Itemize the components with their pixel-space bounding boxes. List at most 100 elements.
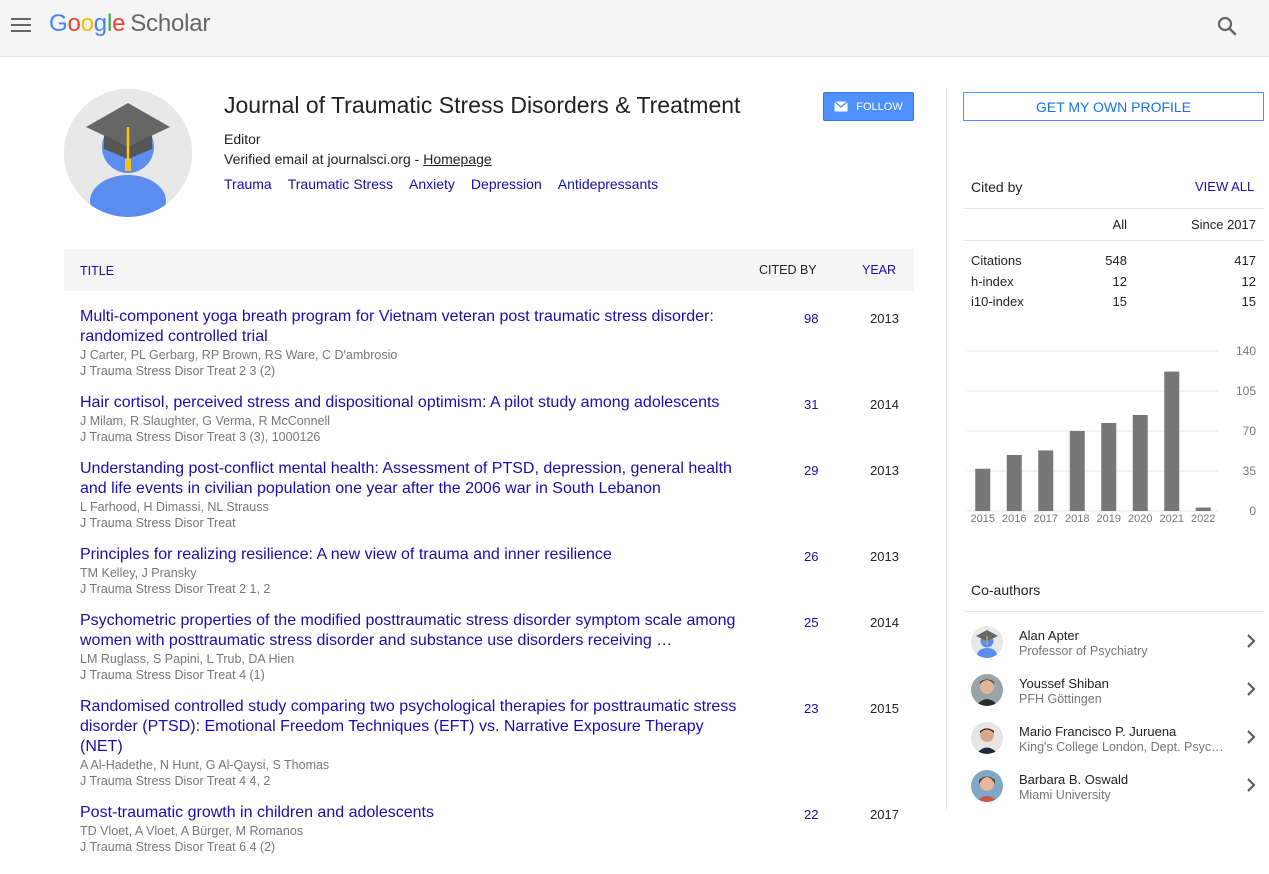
search-icon[interactable] — [1215, 14, 1239, 38]
sort-by-year[interactable]: YEAR — [862, 263, 896, 277]
sort-by-title[interactable]: TITLE — [80, 264, 114, 278]
stats-all-value: 548 — [1105, 253, 1127, 268]
follow-button[interactable]: FOLLOW — [823, 92, 914, 121]
follow-label: FOLLOW — [856, 100, 903, 113]
profile-name: Journal of Traumatic Stress Disorders & … — [224, 92, 741, 118]
article-cited-count[interactable]: 23 — [804, 701, 818, 716]
coauthor-item[interactable]: Mario Francisco P. Juruena King's Colleg… — [963, 714, 1264, 762]
article-authors: TD Vloet, A Vloet, A Bürger, M Romanos — [80, 824, 304, 838]
stats-row: i10-index 15 15 — [963, 291, 1264, 312]
article-cited-count[interactable]: 25 — [804, 615, 818, 630]
interest-tag[interactable]: Traumatic Stress — [288, 176, 393, 192]
article-title[interactable]: Principles for realizing resilience: A n… — [80, 545, 750, 565]
chart-y-tick-label: 0 — [1249, 504, 1256, 518]
article-year: 2014 — [870, 397, 899, 412]
article-venue: J Trauma Stress Disor Treat 2 3 (2) — [80, 364, 276, 378]
profile-role: Editor — [224, 131, 261, 147]
chart-y-tick-label: 140 — [1236, 344, 1256, 358]
article-cited-count[interactable]: 29 — [804, 463, 818, 478]
cited-by-column[interactable]: CITED BY — [759, 263, 817, 277]
article-title[interactable]: Understanding post-conflict mental healt… — [80, 459, 750, 499]
homepage-link[interactable]: Homepage — [423, 151, 492, 167]
article-title[interactable]: Randomised controlled study comparing tw… — [80, 697, 750, 757]
article-row: Multi-component yoga breath program for … — [64, 307, 914, 379]
cited-by-heading: Cited by — [971, 179, 1023, 195]
article-row: Psychometric properties of the modified … — [64, 611, 914, 683]
articles-list: Multi-component yoga breath program for … — [64, 307, 914, 869]
stats-since-value: 15 — [1241, 294, 1256, 309]
article-row: Randomised controlled study comparing tw… — [64, 697, 914, 789]
article-year: 2013 — [870, 463, 899, 478]
article-year: 2013 — [870, 549, 899, 564]
article-authors: A Al-Hadethe, N Hunt, G Al-Qaysi, S Thom… — [80, 758, 330, 772]
interest-tag[interactable]: Trauma — [224, 176, 272, 192]
chart-x-tick-label: 2022 — [1191, 513, 1215, 525]
chart-y-tick-label: 35 — [1243, 464, 1257, 478]
column-divider — [946, 88, 947, 810]
coauthor-photo — [971, 770, 1003, 802]
get-my-own-profile-button[interactable]: GET MY OWN PROFILE — [963, 92, 1264, 121]
interest-tag[interactable]: Anxiety — [409, 176, 455, 192]
logo-letter: o — [80, 10, 94, 37]
default-scholar-avatar-icon — [971, 626, 1003, 658]
coauthor-affiliation: Professor of Psychiatry — [1019, 644, 1148, 658]
article-year: 2015 — [870, 701, 899, 716]
stats-col-since: Since 2017 — [1190, 217, 1256, 232]
article-cited-count[interactable]: 31 — [804, 397, 818, 412]
view-all-link[interactable]: VIEW ALL — [1195, 179, 1254, 194]
article-cited-count[interactable]: 98 — [804, 311, 818, 326]
hamburger-menu-icon[interactable] — [10, 14, 32, 36]
chart-bar — [1038, 450, 1054, 511]
coauthor-name: Youssef Shiban — [1019, 676, 1109, 691]
article-venue: J Trauma Stress Disor Treat 6 4 (2) — [80, 840, 276, 854]
article-year: 2013 — [870, 311, 899, 326]
chart-y-tick-label: 105 — [1236, 384, 1256, 398]
article-venue: J Trauma Stress Disor Treat 3 (3), 10001… — [80, 430, 321, 444]
article-title[interactable]: Psychometric properties of the modified … — [80, 611, 750, 651]
coauthor-item[interactable]: Alan Apter Professor of Psychiatry — [963, 618, 1264, 666]
coauthor-affiliation: PFH Göttingen — [1019, 692, 1102, 706]
chart-x-tick-label: 2020 — [1128, 513, 1152, 525]
logo-letter: G — [49, 10, 68, 37]
mail-icon — [834, 101, 849, 112]
stats-since-value: 417 — [1234, 253, 1256, 268]
article-title[interactable]: Post-traumatic growth in children and ad… — [80, 803, 750, 823]
chart-x-tick-label: 2016 — [1002, 513, 1026, 525]
article-authors: TM Kelley, J Pransky — [80, 566, 197, 580]
coauthor-name: Alan Apter — [1019, 628, 1079, 643]
article-cited-count[interactable]: 22 — [804, 807, 818, 822]
articles-table-header: TITLE CITED BY YEAR — [64, 249, 914, 291]
article-row: Hair cortisol, perceived stress and disp… — [64, 393, 914, 445]
article-cited-count[interactable]: 26 — [804, 549, 818, 564]
article-title[interactable]: Multi-component yoga breath program for … — [80, 307, 750, 347]
article-year: 2014 — [870, 615, 899, 630]
article-venue: J Trauma Stress Disor Treat — [80, 516, 236, 530]
chevron-right-icon — [1247, 730, 1256, 744]
coauthor-photo — [971, 722, 1003, 754]
top-bar: Google Scholar — [0, 0, 1269, 57]
article-venue: J Trauma Stress Disor Treat 4 4, 2 — [80, 774, 271, 788]
interest-tag[interactable]: Antidepressants — [558, 176, 658, 192]
coauthors-heading: Co-authors — [971, 582, 1041, 598]
stats-label[interactable]: h-index — [971, 274, 1014, 289]
citations-per-year-chart: 0 35 70 105 140 2015 2016 2017 2018 2019 2020 2021 2… — [967, 344, 1257, 525]
google-scholar-logo[interactable]: Google Scholar — [49, 10, 210, 38]
coauthor-item[interactable]: Barbara B. Oswald Miami University — [963, 762, 1264, 810]
chevron-right-icon — [1247, 634, 1256, 648]
article-venue: J Trauma Stress Disor Treat 4 (1) — [80, 668, 265, 682]
coauthor-item[interactable]: Youssef Shiban PFH Göttingen — [963, 666, 1264, 714]
chart-bar — [975, 468, 991, 511]
article-title[interactable]: Hair cortisol, perceived stress and disp… — [80, 393, 750, 413]
stats-label[interactable]: Citations — [971, 253, 1022, 268]
interest-tag[interactable]: Depression — [471, 176, 542, 192]
stats-row: Citations 548 417 — [963, 250, 1264, 271]
chart-x-tick-label: 2018 — [1065, 513, 1089, 525]
article-authors: L Farhood, H Dimassi, NL Strauss — [80, 500, 269, 514]
stats-header-row: All Since 2017 — [963, 208, 1264, 241]
coauthor-affiliation: King's College London, Dept. Psychologic… — [1019, 740, 1224, 754]
chart-bar — [1164, 371, 1180, 511]
coauthor-affiliation: Miami University — [1019, 788, 1111, 802]
stats-col-all: All — [1112, 217, 1127, 232]
stats-label[interactable]: i10-index — [971, 294, 1024, 309]
article-authors: J Carter, PL Gerbarg, RP Brown, RS Ware,… — [80, 348, 398, 362]
